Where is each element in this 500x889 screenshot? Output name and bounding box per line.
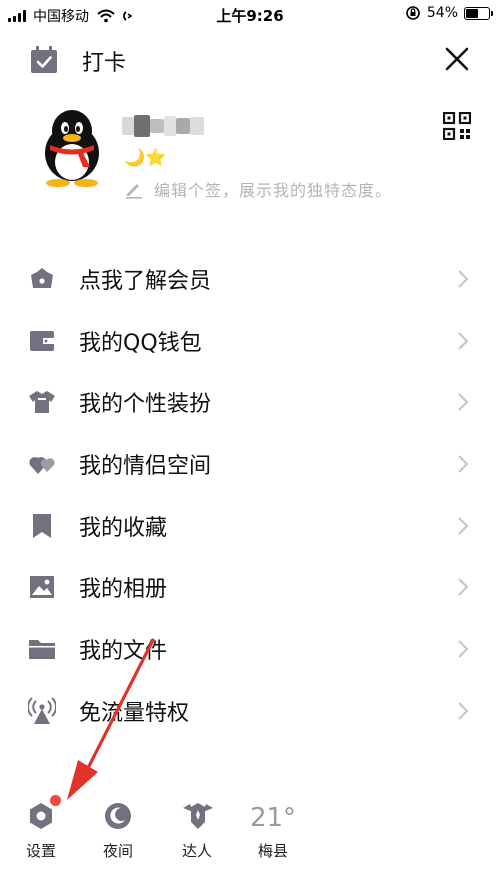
city-label: 梅县 [257, 842, 288, 860]
chevron-right-icon [458, 270, 469, 288]
battery-percent: 54% [426, 5, 458, 21]
chevron-right-icon [458, 640, 469, 658]
menu-item-label: 免流量特权 [79, 700, 190, 726]
hearts-icon [28, 450, 56, 478]
menu-item-label: 点我了解会员 [79, 268, 212, 294]
expert-button[interactable]: 达人 [167, 800, 227, 861]
menu-item-dressup[interactable]: 我的个性装扮 [0, 371, 500, 433]
weather-button[interactable]: 21° 梅县 [243, 800, 303, 861]
tshirt-icon [28, 388, 56, 416]
menu-item-label: 我的QQ钱包 [79, 330, 202, 356]
menu-item-label: 我的相册 [79, 577, 168, 603]
nickname-blurred[interactable] [122, 113, 206, 139]
checkin-label[interactable]: 打卡 [82, 45, 126, 77]
antenna-icon [28, 696, 56, 725]
menu-item-album[interactable]: 我的相册 [0, 556, 500, 618]
night-mode-label: 夜间 [102, 842, 133, 860]
crown-icon [28, 265, 56, 293]
drawer-header: 打卡 [0, 40, 500, 80]
night-mode-button[interactable]: 夜间 [88, 800, 148, 861]
chevron-right-icon [458, 516, 469, 535]
close-icon[interactable] [441, 43, 473, 75]
signature-placeholder: 编辑个签，展示我的独特态度。 [154, 181, 393, 200]
notification-dot [50, 795, 61, 806]
menu-item-label: 我的情侣空间 [79, 453, 212, 479]
status-bar: 中国移动 上午9:26 54% [0, 0, 500, 30]
chevron-right-icon [458, 455, 469, 473]
menu-item-free-data[interactable]: 免流量特权 [0, 680, 500, 742]
menu-list: 点我了解会员 我的QQ钱包 我的个性装扮 我的情侣空间 我的收藏 我的相册 我的… [0, 248, 500, 742]
avatar[interactable] [36, 107, 108, 187]
orientation-lock-icon [406, 6, 420, 20]
menu-item-label: 我的个性装扮 [79, 392, 212, 418]
bookmark-icon [28, 512, 56, 540]
menu-item-couple-space[interactable]: 我的情侣空间 [0, 433, 500, 495]
menu-item-label: 我的收藏 [79, 515, 168, 541]
moon-icon [102, 800, 134, 832]
chevron-right-icon [458, 701, 469, 720]
settings-icon [25, 795, 61, 832]
bottom-bar: 设置 夜间 达人 21° 梅县 [0, 795, 500, 870]
menu-item-files[interactable]: 我的文件 [0, 618, 500, 680]
menu-item-vip[interactable]: 点我了解会员 [0, 248, 500, 310]
folder-icon [28, 635, 56, 663]
menu-item-wallet[interactable]: 我的QQ钱包 [0, 310, 500, 372]
expert-label: 达人 [181, 842, 212, 860]
menu-item-favorites[interactable]: 我的收藏 [0, 495, 500, 557]
level-badges[interactable]: 🌙⭐ [124, 148, 166, 168]
wallet-icon [28, 327, 56, 355]
signature-row[interactable]: 编辑个签，展示我的独特态度。 [124, 177, 392, 201]
chevron-right-icon [458, 578, 469, 596]
expert-badge-icon [181, 800, 213, 832]
settings-button[interactable]: 设置 [11, 795, 71, 861]
chevron-right-icon [458, 331, 469, 350]
photo-icon [28, 573, 56, 601]
temperature: 21° [249, 803, 297, 833]
chevron-right-icon [458, 393, 469, 411]
menu-item-label: 我的文件 [79, 638, 168, 664]
qr-code-icon[interactable] [443, 112, 471, 140]
battery-icon [464, 6, 493, 20]
settings-label: 设置 [25, 842, 56, 860]
pencil-icon [126, 184, 142, 199]
calendar-check-icon[interactable] [28, 44, 60, 76]
status-right: 54% [405, 5, 493, 21]
